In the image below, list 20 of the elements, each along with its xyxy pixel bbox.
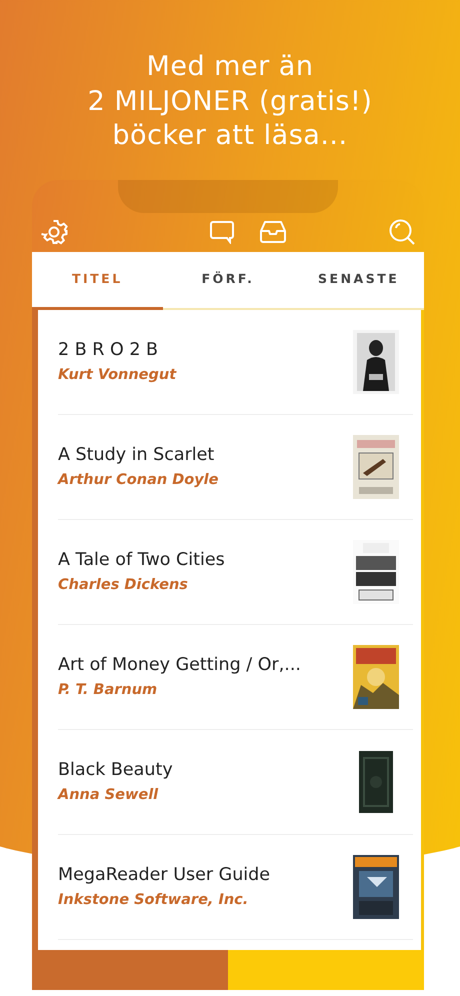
book-title[interactable]: A Tale of Two Cities (58, 546, 353, 573)
book-author: Anna Sewell (58, 786, 160, 805)
tab[interactable]: TITEL (32, 252, 163, 308)
book-title[interactable]: A Study in Scarlet (58, 442, 353, 468)
book-author: Inkstone Software, Inc. (58, 890, 250, 910)
settings-icon[interactable] (40, 218, 68, 246)
search-icon[interactable] (388, 218, 416, 246)
inbox-icon[interactable] (259, 220, 287, 244)
book-title[interactable]: Black Beauty (58, 756, 353, 783)
book-author: Kurt Vonnegut (58, 366, 178, 385)
chat-icon[interactable] (209, 220, 235, 244)
tab[interactable]: FÖRF. (162, 252, 294, 308)
book-author: P. T. Barnum (58, 680, 158, 700)
tab[interactable]: SENASTE (293, 252, 424, 308)
book-title[interactable]: 2 B R O 2 B (58, 336, 353, 363)
book-author: Arthur Conan Doyle (58, 470, 220, 490)
book-title[interactable]: Art of Money Getting / Or,... (58, 652, 353, 678)
book-author: Charles Dickens (58, 576, 189, 595)
headline: Med mer än 2 MILJONER (gratis!) böcker att läsa... (86, 50, 374, 154)
book-title[interactable]: MegaReader User Guide (58, 862, 353, 888)
